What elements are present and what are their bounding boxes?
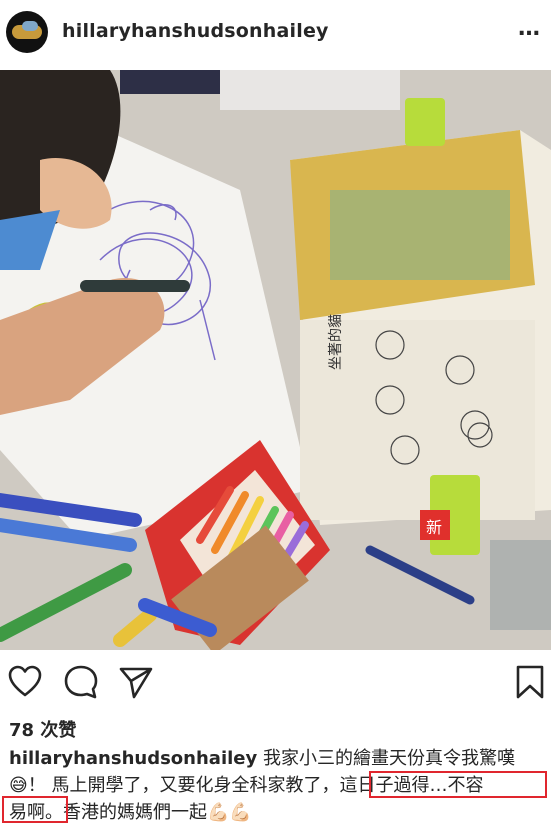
share-icon[interactable] [118,664,154,700]
likes-count[interactable]: 78 次赞 [9,716,76,742]
caption-text-5: 香港的媽媽們一起 [63,802,207,823]
caption-text-1: 我家小三的繪畫天份真令我驚嘆 [262,748,515,769]
post-photo[interactable]: 坐著的貓 新 [0,70,551,650]
book-badge: 新 [426,518,442,537]
caption-text-2: ！ 馬上開學了，又要化身全科家教了， [27,775,340,796]
heart-icon[interactable] [7,664,43,700]
highlight-box-2 [2,796,68,823]
more-options-icon[interactable]: … [518,18,541,40]
caption-username[interactable]: hillaryhanshudsonhailey [9,748,257,769]
post-username[interactable]: hillaryhanshudsonhailey [62,20,329,42]
comment-icon[interactable] [63,664,99,700]
photo-illustration: 坐著的貓 新 [0,70,551,650]
action-bar [0,664,551,704]
emoji-sweat: 😅 [9,775,28,796]
bookmark-icon[interactable] [512,664,548,700]
book-title: 坐著的貓 [328,314,344,370]
emoji-flex: 💪🏻💪🏻 [207,802,252,823]
post-header: hillaryhanshudsonhailey … [0,0,551,66]
highlight-box-1 [369,771,547,798]
avatar[interactable] [6,11,48,53]
